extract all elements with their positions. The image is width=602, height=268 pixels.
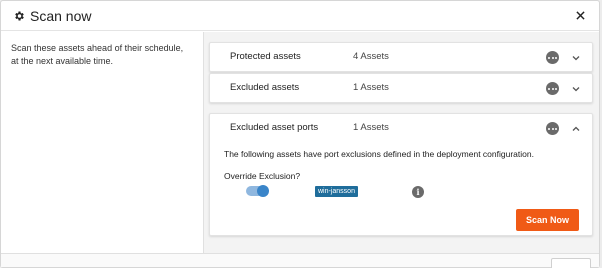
dialog-description: Scan these assets ahead of their schedul… bbox=[11, 43, 184, 66]
more-options-icon[interactable] bbox=[546, 122, 559, 135]
excluded-asset-ports-header[interactable]: Excluded asset ports 1 Assets bbox=[210, 114, 592, 142]
close-icon bbox=[575, 11, 585, 20]
dialog-title: Scan now bbox=[13, 8, 91, 24]
excluded-assets-panel: Excluded assets 1 Assets bbox=[209, 73, 593, 103]
chevron-down-icon[interactable] bbox=[571, 53, 581, 63]
dialog-footer bbox=[1, 253, 599, 268]
excluded-asset-ports-panel: Excluded asset ports 1 Assets The follow… bbox=[209, 113, 593, 236]
section-label: Protected assets bbox=[230, 51, 301, 62]
description-pane: Scan these assets ahead of their schedul… bbox=[1, 32, 204, 267]
scan-now-dialog: Scan now Scan these assets ahead of thei… bbox=[0, 0, 600, 268]
section-label: Excluded assets bbox=[230, 82, 300, 93]
toggle-knob bbox=[257, 185, 269, 197]
excluded-assets-header[interactable]: Excluded assets 1 Assets bbox=[210, 74, 592, 102]
scan-now-button[interactable]: Scan Now bbox=[516, 209, 579, 231]
chevron-down-icon[interactable] bbox=[571, 84, 581, 94]
more-options-icon[interactable] bbox=[546, 51, 559, 64]
excluded-asset-ports-content: The following assets have port exclusion… bbox=[210, 142, 592, 235]
section-label: Excluded asset ports bbox=[230, 122, 319, 133]
section-count: 4 Assets bbox=[353, 51, 389, 62]
protected-assets-panel: Protected assets 4 Assets bbox=[209, 42, 593, 72]
override-exclusion-toggle[interactable] bbox=[246, 185, 269, 197]
dialog-title-text: Scan now bbox=[30, 7, 92, 24]
more-options-icon[interactable] bbox=[546, 82, 559, 95]
gear-icon bbox=[15, 11, 24, 20]
asset-tag: win-jansson bbox=[315, 186, 358, 197]
footer-button[interactable] bbox=[551, 258, 591, 268]
port-exclusion-message: The following assets have port exclusion… bbox=[224, 149, 534, 159]
protected-assets-header[interactable]: Protected assets 4 Assets bbox=[210, 43, 592, 71]
section-count: 1 Assets bbox=[353, 82, 389, 93]
section-count: 1 Assets bbox=[353, 122, 389, 133]
dialog-header: Scan now bbox=[1, 1, 599, 31]
close-button[interactable] bbox=[573, 9, 587, 23]
override-exclusion-label: Override Exclusion? bbox=[224, 171, 301, 181]
info-icon[interactable]: i bbox=[412, 186, 424, 198]
dialog-body: Scan these assets ahead of their schedul… bbox=[1, 32, 599, 268]
chevron-up-icon[interactable] bbox=[571, 124, 581, 134]
